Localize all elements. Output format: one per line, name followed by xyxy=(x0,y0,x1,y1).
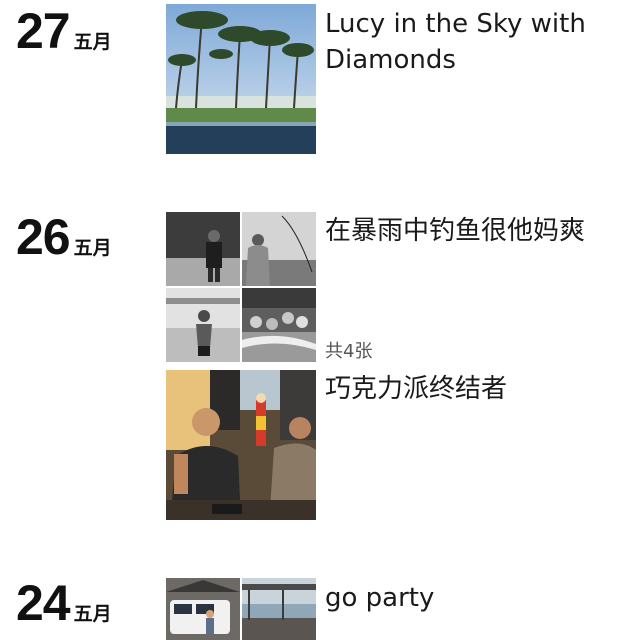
date-label: 27 五月 xyxy=(16,6,112,56)
fishing-image xyxy=(242,212,316,286)
photo-grid[interactable] xyxy=(166,212,316,362)
date-month: 五月 xyxy=(73,603,112,625)
photo-thumbnail[interactable] xyxy=(166,4,316,154)
rooftop-image xyxy=(242,578,316,640)
photo-thumbnail[interactable] xyxy=(166,212,240,286)
moment-caption[interactable]: 巧克力派终结者 xyxy=(325,371,625,407)
photo-count: 共4张 xyxy=(325,341,373,362)
photo-thumbnail[interactable] xyxy=(166,578,240,640)
group-in-pond-image xyxy=(242,288,316,362)
date-day: 24 xyxy=(16,575,71,631)
photo-thumbnail[interactable] xyxy=(242,578,316,640)
moment-caption[interactable]: Lucy in the Sky with Diamonds xyxy=(325,6,625,78)
date-label: 26 五月 xyxy=(16,212,112,262)
van-image xyxy=(166,578,240,640)
moment-caption[interactable]: 在暴雨中钓鱼很他妈爽 xyxy=(325,213,625,249)
photo-thumbnail[interactable] xyxy=(166,288,240,362)
restaurant-image xyxy=(166,370,316,520)
date-day: 27 xyxy=(16,3,71,59)
palm-beach-image xyxy=(166,4,316,154)
photo-grid[interactable] xyxy=(166,578,316,640)
moment-caption[interactable]: go party xyxy=(325,580,625,616)
date-label: 24 五月 xyxy=(16,578,112,628)
date-month: 五月 xyxy=(73,31,112,53)
date-month: 五月 xyxy=(73,237,112,259)
photo-thumbnail[interactable] xyxy=(166,370,316,520)
photo-thumbnail[interactable] xyxy=(242,212,316,286)
man-in-water-image xyxy=(166,288,240,362)
man-by-hedge-image xyxy=(166,212,240,286)
date-day: 26 xyxy=(16,209,71,265)
photo-thumbnail[interactable] xyxy=(242,288,316,362)
